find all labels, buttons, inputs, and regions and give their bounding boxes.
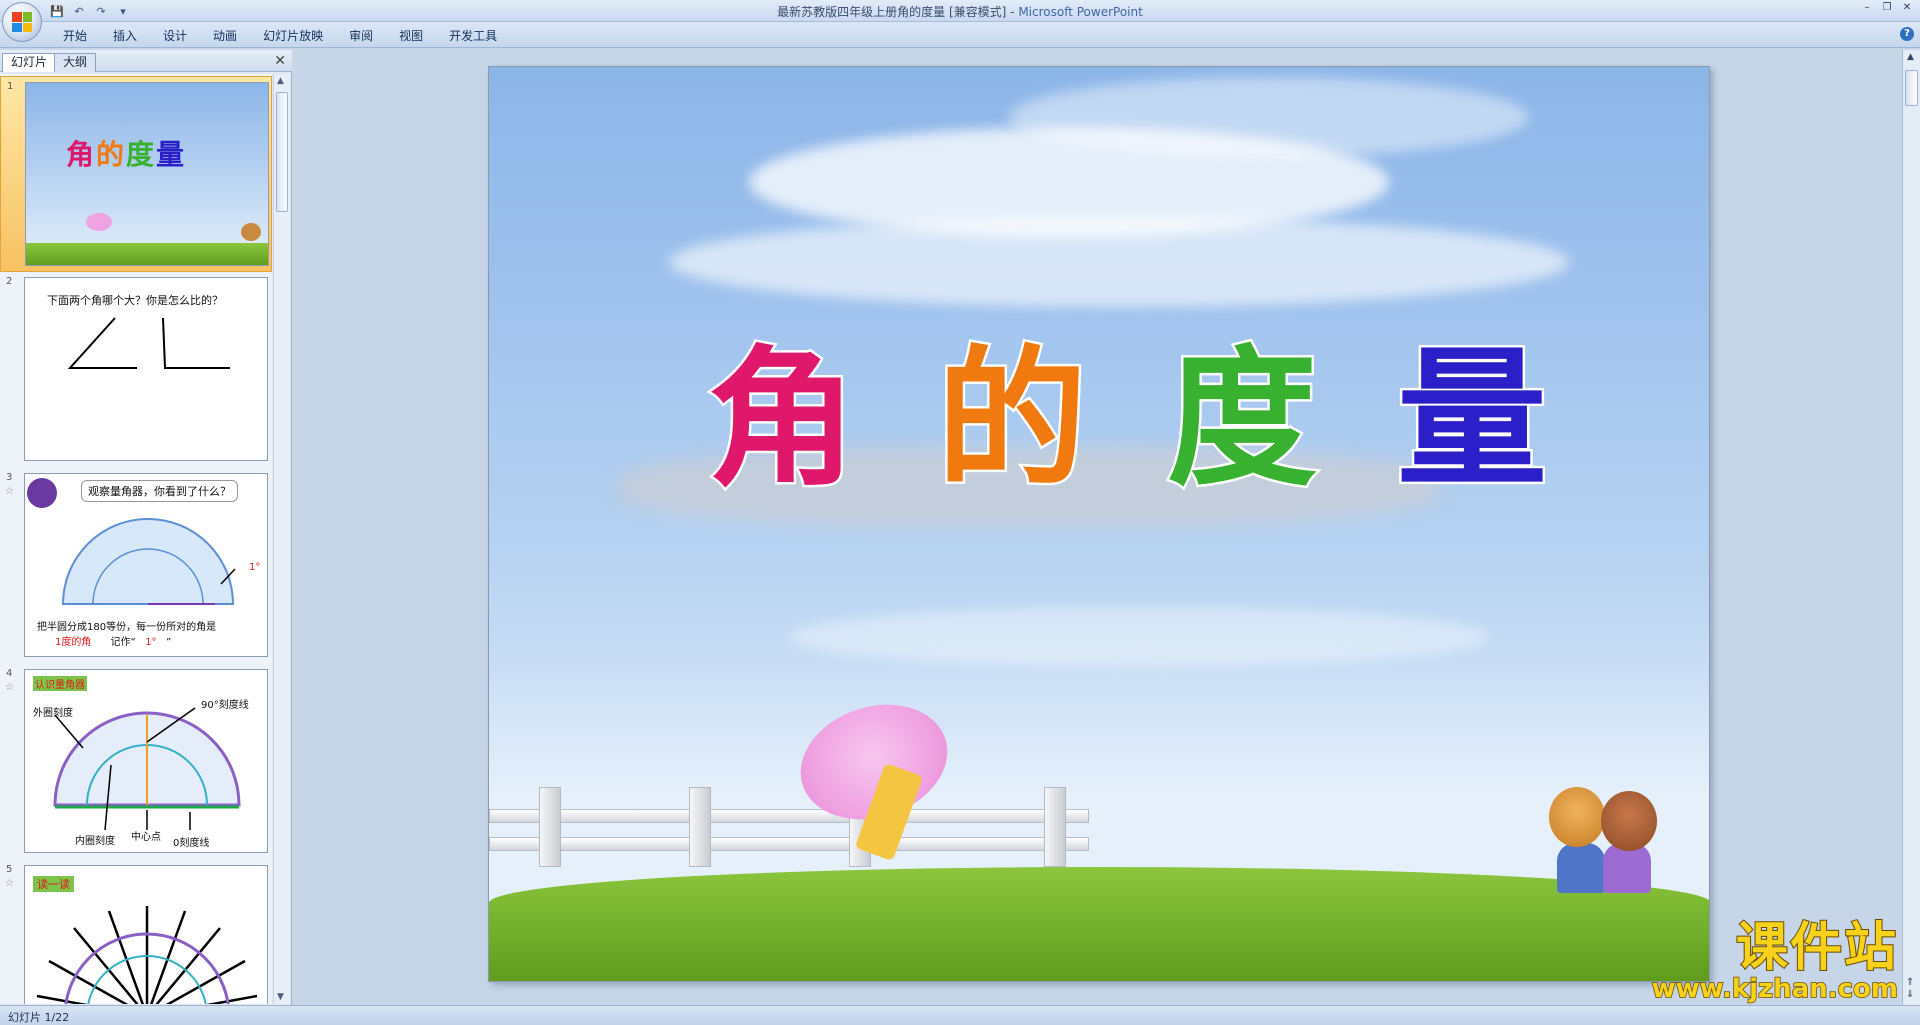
tab-animations[interactable]: 动画	[200, 27, 250, 45]
close-icon[interactable]: ✕	[1898, 1, 1916, 15]
inner-scale-label: 内圈刻度	[75, 836, 115, 847]
thumb-title: 角的度量	[66, 138, 187, 171]
tab-review[interactable]: 审阅	[336, 27, 386, 45]
fence-image	[489, 787, 1109, 877]
animation-star-icon: ☆	[5, 682, 14, 693]
title-bar: 💾 ↶ ↷ ▾ 最新苏教版四年级上册角的度量 [兼容模式] - Microsof…	[0, 0, 1920, 22]
help-icon[interactable]: ?	[1900, 27, 1914, 41]
scroll-thumb[interactable]	[276, 92, 288, 212]
panel-tabs: 幻灯片 大纲 ✕	[0, 50, 292, 72]
animation-star-icon: ☆	[5, 486, 14, 497]
tab-insert[interactable]: 插入	[100, 27, 150, 45]
scroll-up-icon[interactable]: ▲	[277, 76, 284, 86]
close-panel-icon[interactable]: ✕	[274, 53, 286, 69]
ribbon-tabs: 开始 插入 设计 动画 幻灯片放映 审阅 视图 开发工具	[50, 27, 510, 45]
child-head	[1601, 791, 1657, 851]
vertical-scrollbar[interactable]: ▲ ⇑ ⇓	[1902, 50, 1920, 1005]
thumb-angles	[67, 317, 230, 369]
slide-number: 2	[6, 276, 13, 287]
scroll-thumb[interactable]	[1905, 70, 1918, 106]
slide-nav-buttons: ⇑ ⇓	[1906, 977, 1914, 1001]
cloud	[1009, 77, 1529, 157]
slide-thumbnail-3[interactable]: 3 ☆ 观察量角器，你看到了什么？ 1° 把半圆分成180等份，每一份所对的角是…	[0, 468, 272, 664]
window-title: 最新苏教版四年级上册角的度量 [兼容模式] - Microsoft PowerP…	[777, 5, 1143, 19]
previous-slide-icon[interactable]: ⇑	[1906, 977, 1914, 989]
fence-rail	[489, 809, 1089, 823]
protractor-diagram	[53, 707, 241, 831]
title-char: 度	[1164, 333, 1319, 508]
office-logo-icon	[12, 12, 32, 32]
slides-panel: 幻灯片 大纲 ✕ 1 角的度量 2 下面两个角哪个大？你是怎么比的？ 3 ☆ 观…	[0, 50, 292, 1005]
office-button[interactable]	[2, 2, 42, 42]
fence-rail	[489, 837, 1089, 851]
document-title: 最新苏教版四年级上册角的度量 [兼容模式]	[777, 5, 1007, 19]
thumb-caption: 把半圆分成180等份，每一份所对的角是	[37, 622, 217, 633]
title-char: 量	[1394, 333, 1549, 508]
slide-thumbnail-1[interactable]: 1 角的度量	[0, 76, 272, 272]
animation-star-icon: ☆	[5, 878, 14, 889]
ribbon: 开始 插入 设计 动画 幻灯片放映 审阅 视图 开发工具 ?	[0, 22, 1920, 48]
minimize-icon[interactable]: –	[1858, 1, 1876, 15]
current-slide[interactable]: 角 的 度 量	[488, 66, 1710, 982]
cloud	[789, 607, 1489, 667]
zero-line-label: 0刻度线	[173, 838, 210, 849]
tab-slides[interactable]: 幻灯片	[2, 53, 57, 72]
thumb-kids	[241, 223, 261, 241]
slide-title[interactable]: 角 的 度 量	[704, 333, 1549, 508]
child-head	[1549, 787, 1605, 847]
slide-thumbnail-2[interactable]: 2 下面两个角哪个大？你是怎么比的？	[0, 272, 272, 468]
status-bar: 幻灯片 1/22	[0, 1005, 1920, 1025]
application-name: Microsoft PowerPoint	[1018, 5, 1143, 19]
slide-counter: 幻灯片 1/22	[8, 1011, 70, 1024]
tab-view[interactable]: 视图	[386, 27, 436, 45]
grass-ground	[489, 867, 1709, 981]
slide-number: 5	[6, 864, 13, 875]
tab-home[interactable]: 开始	[50, 27, 100, 45]
slide-number: 4	[6, 668, 13, 679]
thumb-caption-2: 1度的角 记作“ 1° ”	[55, 637, 172, 648]
slide-number: 1	[7, 81, 14, 92]
cloud	[669, 217, 1569, 307]
children-image	[1539, 777, 1669, 897]
fence-post	[689, 787, 711, 867]
tab-outline[interactable]: 大纲	[54, 53, 97, 72]
scroll-down-icon[interactable]: ▼	[277, 992, 284, 1002]
center-point-label: 中心点	[131, 832, 161, 843]
thumb-hat	[86, 213, 112, 231]
site-logo-url: www.kjzhan.com	[1651, 974, 1899, 1004]
title-char: 的	[934, 333, 1089, 508]
child-body	[1557, 843, 1605, 893]
one-degree-label: 1°	[249, 562, 261, 573]
tab-developer[interactable]: 开发工具	[436, 27, 510, 45]
tab-slideshow[interactable]: 幻灯片放映	[250, 27, 336, 45]
slide-thumbnails: 1 角的度量 2 下面两个角哪个大？你是怎么比的？ 3 ☆ 观察量角器，你看到了…	[0, 74, 272, 1004]
next-slide-icon[interactable]: ⇓	[1906, 989, 1914, 1001]
title-char: 角	[704, 333, 859, 508]
tab-design[interactable]: 设计	[150, 27, 200, 45]
site-logo-name: 课件站	[1735, 918, 1898, 978]
angle-rays-image	[36, 906, 258, 1004]
window-controls: – ❐ ✕	[1858, 1, 1916, 15]
fence-post	[1044, 787, 1066, 867]
panel-scrollbar[interactable]: ▲ ▼	[273, 74, 290, 1004]
scroll-up-icon[interactable]: ▲	[1907, 52, 1914, 62]
slide-number: 3	[6, 472, 13, 483]
slide-thumbnail-4[interactable]: 4 ☆ 认识量角器 外圈刻度 90°刻度线 内圈刻度 中心点 0刻度线	[0, 664, 272, 860]
fence-post	[539, 787, 561, 867]
restore-icon[interactable]: ❐	[1878, 1, 1896, 15]
slide-thumbnail-5[interactable]: 5 ☆ 读一读	[0, 860, 272, 1004]
site-watermark-logo: 课件站 www.kjzhan.com	[1651, 918, 1899, 1004]
thumb-ground	[26, 243, 268, 265]
